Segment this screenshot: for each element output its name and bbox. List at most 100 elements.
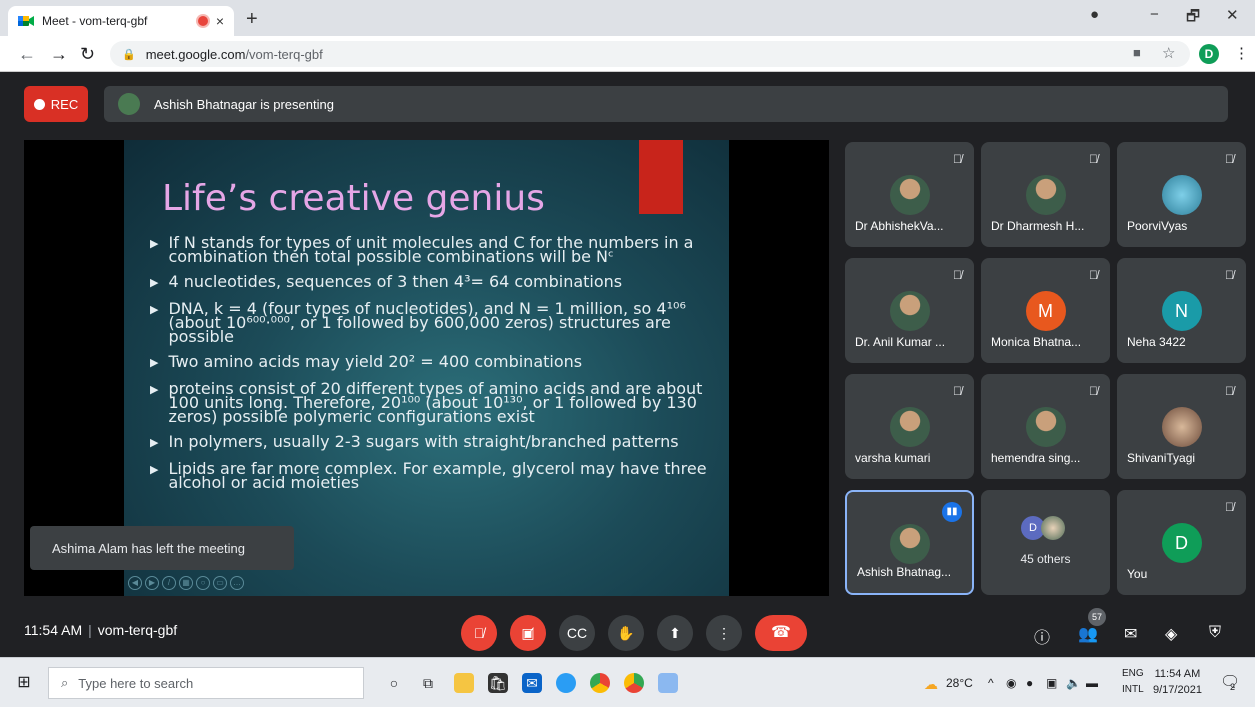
self-tile[interactable]: 🎙̸ D You <box>1117 490 1246 595</box>
meeting-code: vom-terq-gbf <box>97 622 178 638</box>
participant-name: hemendra sing... <box>991 451 1081 465</box>
close-window-button[interactable]: ✕ <box>1226 6 1239 24</box>
taskbar-search[interactable]: ⌕ Type here to search <box>48 667 364 699</box>
present-screen-button[interactable]: ⬆ <box>657 615 693 651</box>
participant-name: ShivaniTyagi <box>1127 451 1196 465</box>
microphone-tray-icon[interactable]: ● <box>1026 676 1033 690</box>
language-indicator[interactable]: ENG INTL <box>1122 666 1144 698</box>
app-icon[interactable] <box>658 673 678 693</box>
prev-slide-icon[interactable]: ◀ <box>128 576 142 590</box>
pen-icon[interactable]: / <box>162 576 176 590</box>
display-tray-icon[interactable]: ▣ <box>1046 676 1057 690</box>
mic-off-icon: 🎙̸ <box>1089 152 1098 166</box>
slides-grid-icon[interactable]: ▦ <box>179 576 193 590</box>
store-icon[interactable]: 🛍 <box>488 673 508 693</box>
chat-icon[interactable]: ✉ <box>1124 624 1137 644</box>
participant-tile[interactable]: 🎙̸ Dr Dharmesh H... <box>981 142 1110 247</box>
minimize-button[interactable]: − <box>1150 6 1159 23</box>
mic-off-icon: 🎙̸ <box>1089 268 1098 282</box>
recording-button[interactable]: REC <box>24 86 88 122</box>
chrome-icon[interactable] <box>590 673 610 693</box>
others-count-label: 45 others <box>1020 552 1071 566</box>
more-options-button[interactable]: ⋮ <box>706 615 742 651</box>
participant-name: You <box>1127 567 1148 581</box>
reload-icon[interactable]: ↻ <box>80 44 95 65</box>
slide-bullet: ▶ Two amino acids may yield 20² = 400 com… <box>150 352 583 371</box>
subtitles-icon[interactable]: ▭ <box>213 576 227 590</box>
cortana-icon[interactable]: ○ <box>384 673 404 693</box>
meeting-details-icon[interactable]: ⓘ <box>1034 624 1050 648</box>
tab-close-icon[interactable]: × <box>216 13 224 29</box>
forward-arrow-icon[interactable]: → <box>50 44 68 65</box>
participant-tile[interactable]: 🎙̸ PoorviVyas <box>1117 142 1246 247</box>
chrome-profile-icon[interactable] <box>624 673 644 693</box>
meeting-controls-bar: 11:54 AM | vom-terq-gbf 🎙̸ ▣̸ CC ✋ ⬆ ⋮ ☎ ⓘ… <box>0 602 1255 657</box>
menu-kebab-icon[interactable]: ⋮ <box>1234 44 1249 62</box>
participant-tile[interactable]: 🎙̸ ShivaniTyagi <box>1117 374 1246 479</box>
tray-chevron-icon[interactable]: ^ <box>988 676 994 690</box>
chrome-account-icon[interactable]: ● <box>1090 6 1099 23</box>
participant-tile[interactable]: 🎙̸ Dr AbhishekVa... <box>845 142 974 247</box>
mail-icon[interactable]: ✉ <box>522 673 542 693</box>
record-dot-icon <box>33 98 45 110</box>
host-controls-icon[interactable]: ⛨ <box>1209 624 1221 642</box>
weather-temp[interactable]: 28°C <box>946 676 973 690</box>
avatar: M <box>1025 291 1066 331</box>
participant-tile[interactable]: 🎙̸ N Neha 3422 <box>1117 258 1246 363</box>
activities-icon[interactable]: ◈ <box>1165 624 1177 644</box>
mic-off-icon: 🎙̸ <box>1225 268 1234 282</box>
participant-tile-presenter[interactable]: ▮▮ Ashish Bhatnag... <box>845 490 974 595</box>
participant-name: Ashish Bhatnag... <box>857 565 952 579</box>
participant-tile[interactable]: 🎙̸ M Monica Bhatna... <box>981 258 1110 363</box>
task-view-icon[interactable]: ⧉ <box>418 673 438 693</box>
camera-icon[interactable]: ■ <box>1133 45 1141 60</box>
notification-count: 2 <box>1230 682 1236 692</box>
windows-taskbar: ⊞ ⌕ Type here to search ○ ⧉ 🛍 ✉ ☁ 28°C ^… <box>0 657 1255 707</box>
raise-hand-button[interactable]: ✋ <box>608 615 644 651</box>
maximize-button[interactable]: 🗗 <box>1186 6 1200 31</box>
others-avatar-photo <box>1041 516 1065 540</box>
edge-icon[interactable] <box>556 673 576 693</box>
participant-tile[interactable]: 🎙̸ hemendra sing... <box>981 374 1110 479</box>
bullet-arrow-icon: ▶ <box>150 356 159 369</box>
people-icon[interactable]: 👥 <box>1078 624 1098 644</box>
lock-icon: 🔒 <box>122 48 136 61</box>
windows-start-icon[interactable]: ⊞ <box>14 673 34 693</box>
url-domain: meet.google.com <box>145 46 246 62</box>
new-tab-button[interactable]: + <box>246 8 258 31</box>
leave-call-button[interactable]: ☎ <box>755 615 807 651</box>
captions-button[interactable]: CC <box>559 615 595 651</box>
slide-accent-bar <box>639 140 683 214</box>
url-field[interactable]: 🔒 meet.google.com /vom-terq-gbf <box>110 41 1190 67</box>
profile-avatar[interactable]: D <box>1199 44 1219 64</box>
mic-off-icon: 🎙̸ <box>953 152 962 166</box>
taskbar-clock[interactable]: 11:54 AM 9/17/2021 <box>1153 666 1202 698</box>
zoom-icon[interactable]: ○ <box>196 576 210 590</box>
slide-bullet-list: ▶ If N stands for types of unit molecules… <box>150 235 710 501</box>
participant-name: Dr Dharmesh H... <box>991 219 1085 233</box>
avatar: D <box>1161 523 1202 563</box>
browser-tab-meet[interactable]: Meet - vom-terq-gbf × <box>8 6 234 36</box>
next-slide-icon[interactable]: ▶ <box>145 576 159 590</box>
avatar <box>1025 175 1066 215</box>
camera-toggle-button[interactable]: ▣̸ <box>510 615 546 651</box>
bookmark-star-icon[interactable]: ☆ <box>1162 44 1175 62</box>
bullet-arrow-icon: ▶ <box>150 303 159 316</box>
avatar <box>889 407 930 447</box>
participant-tile[interactable]: 🎙̸ varsha kumari <box>845 374 974 479</box>
participant-name: varsha kumari <box>855 451 931 465</box>
participant-name: Dr AbhishekVa... <box>855 219 944 233</box>
back-arrow-icon[interactable]: ← <box>18 44 36 65</box>
avatar <box>889 524 930 564</box>
search-icon: ⌕ <box>61 675 69 690</box>
mic-off-icon: 🎙̸ <box>953 384 962 398</box>
microphone-toggle-button[interactable]: 🎙̸ <box>461 615 497 651</box>
more-options-icon[interactable]: … <box>230 576 244 590</box>
participant-tile[interactable]: 🎙̸ Dr. Anil Kumar ... <box>845 258 974 363</box>
others-tile[interactable]: D 45 others <box>981 490 1110 595</box>
tray-app-icon[interactable]: ◉ <box>1006 676 1016 690</box>
network-icon[interactable]: ▬ <box>1086 676 1098 690</box>
volume-icon[interactable]: 🔈 <box>1066 676 1081 690</box>
file-explorer-icon[interactable] <box>454 673 474 693</box>
slide-playback-controls: ◀ ▶ / ▦ ○ ▭ … <box>128 576 244 590</box>
